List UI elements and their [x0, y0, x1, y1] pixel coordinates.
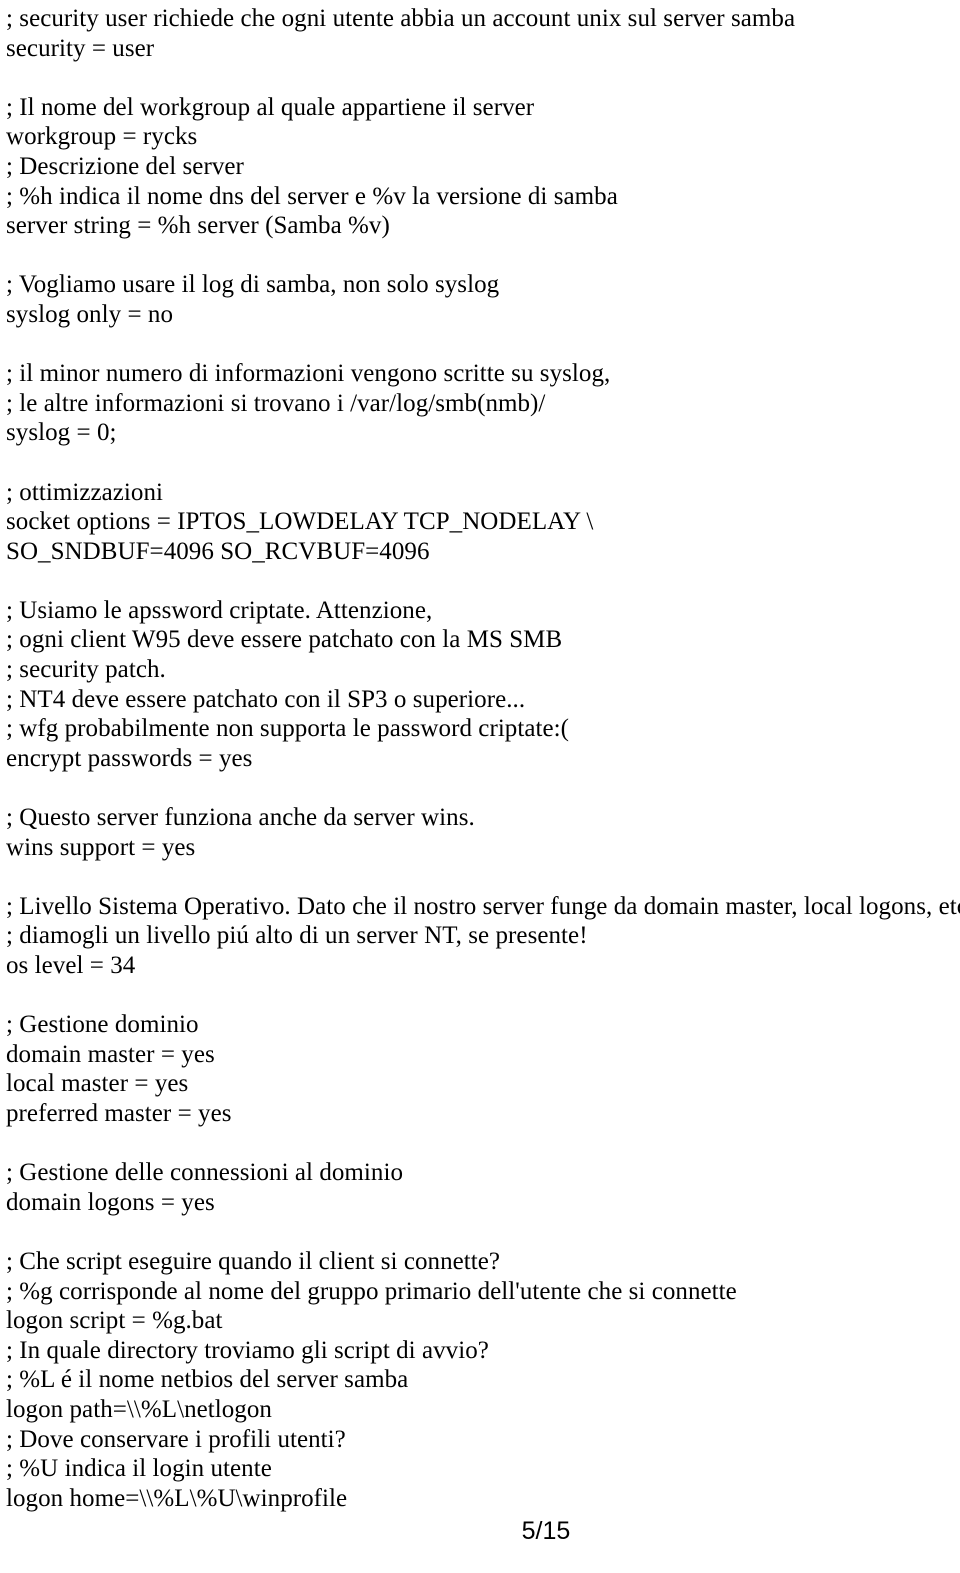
page-number-value: 5/15 — [521, 1517, 571, 1545]
document-line-blank — [6, 1129, 960, 1159]
document-line-blank — [6, 448, 960, 478]
document-line: wins support = yes — [6, 833, 196, 861]
document-line: ; Vogliamo usare il log di samba, non so… — [6, 271, 500, 299]
document-line: workgroup = rycks — [6, 123, 198, 151]
document-line: ; Il nome del workgroup al quale apparti… — [6, 93, 535, 121]
document-line: ; Questo server funziona anche da server… — [6, 804, 475, 832]
document-line: ; In quale directory troviamo gli script… — [6, 1336, 489, 1364]
document-line: ; Usiamo le apssword criptate. Attenzion… — [6, 596, 433, 624]
document-line: security = user — [6, 34, 155, 62]
document-page: ; security user richiede che ogni utente… — [0, 0, 960, 1573]
document-line: ; Livello Sistema Operativo. Dato che il… — [6, 892, 960, 920]
document-line-blank — [6, 566, 960, 596]
document-line: ; security patch. — [6, 656, 166, 684]
document-line: ; diamogli un livello piú alto di un ser… — [6, 922, 588, 950]
page-number-footer: 5/15 — [0, 1516, 960, 1546]
document-line-blank — [6, 773, 960, 803]
document-line-blank — [6, 981, 960, 1011]
document-line: ; il minor numero di informazioni vengon… — [6, 360, 611, 388]
document-line: local master = yes — [6, 1070, 189, 1098]
document-line: ; ottimizzazioni — [6, 478, 164, 506]
document-line: ; Che script eseguire quando il client s… — [6, 1247, 501, 1275]
document-line: ; %h indica il nome dns del server e %v … — [6, 182, 618, 210]
document-line: ; %L é il nome netbios del server samba — [6, 1366, 409, 1394]
document-line: domain logons = yes — [6, 1188, 215, 1216]
document-line: logon path=\\%L\netlogon — [6, 1395, 272, 1423]
document-line: ; security user richiede che ogni utente… — [6, 5, 796, 32]
document-line: ; NT4 deve essere patchato con il SP3 o … — [6, 685, 526, 713]
document-line: preferred master = yes — [6, 1099, 232, 1127]
document-line: logon home=\\%L\%U\winprofile — [6, 1484, 348, 1512]
document-line: socket options = IPTOS_LOWDELAY TCP_NODE… — [6, 508, 594, 536]
document-line-blank — [6, 63, 960, 93]
document-line: domain master = yes — [6, 1040, 215, 1068]
document-line: ; wfg probabilmente non supporta le pass… — [6, 715, 570, 743]
document-line: SO_SNDBUF=4096 SO_RCVBUF=4096 — [6, 537, 430, 565]
document-line: logon script = %g.bat — [6, 1307, 223, 1335]
document-line: ; Gestione dominio — [6, 1011, 199, 1039]
document-line: ; %g corrisponde al nome del gruppo prim… — [6, 1277, 737, 1305]
document-text-body: ; security user richiede che ogni utente… — [6, 4, 960, 1513]
document-line-blank — [6, 330, 960, 360]
document-line: ; Descrizione del server — [6, 152, 244, 180]
document-line: os level = 34 — [6, 952, 136, 979]
document-line: encrypt passwords = yes — [6, 744, 253, 772]
document-line: server string = %h server (Samba %v) — [6, 212, 390, 240]
document-line: syslog only = no — [6, 300, 173, 328]
document-line: ; Gestione delle connessioni al dominio — [6, 1159, 404, 1187]
document-line: syslog = 0; — [6, 419, 117, 447]
document-line: ; ogni client W95 deve essere patchato c… — [6, 626, 563, 654]
document-line: ; Dove conservare i profili utenti? — [6, 1425, 346, 1453]
document-line: ; le altre informazioni si trovano i /va… — [6, 389, 546, 417]
document-line-blank — [6, 1217, 960, 1247]
document-line: ; %U indica il login utente — [6, 1455, 272, 1483]
document-line-blank — [6, 862, 960, 892]
document-line-blank — [6, 241, 960, 271]
